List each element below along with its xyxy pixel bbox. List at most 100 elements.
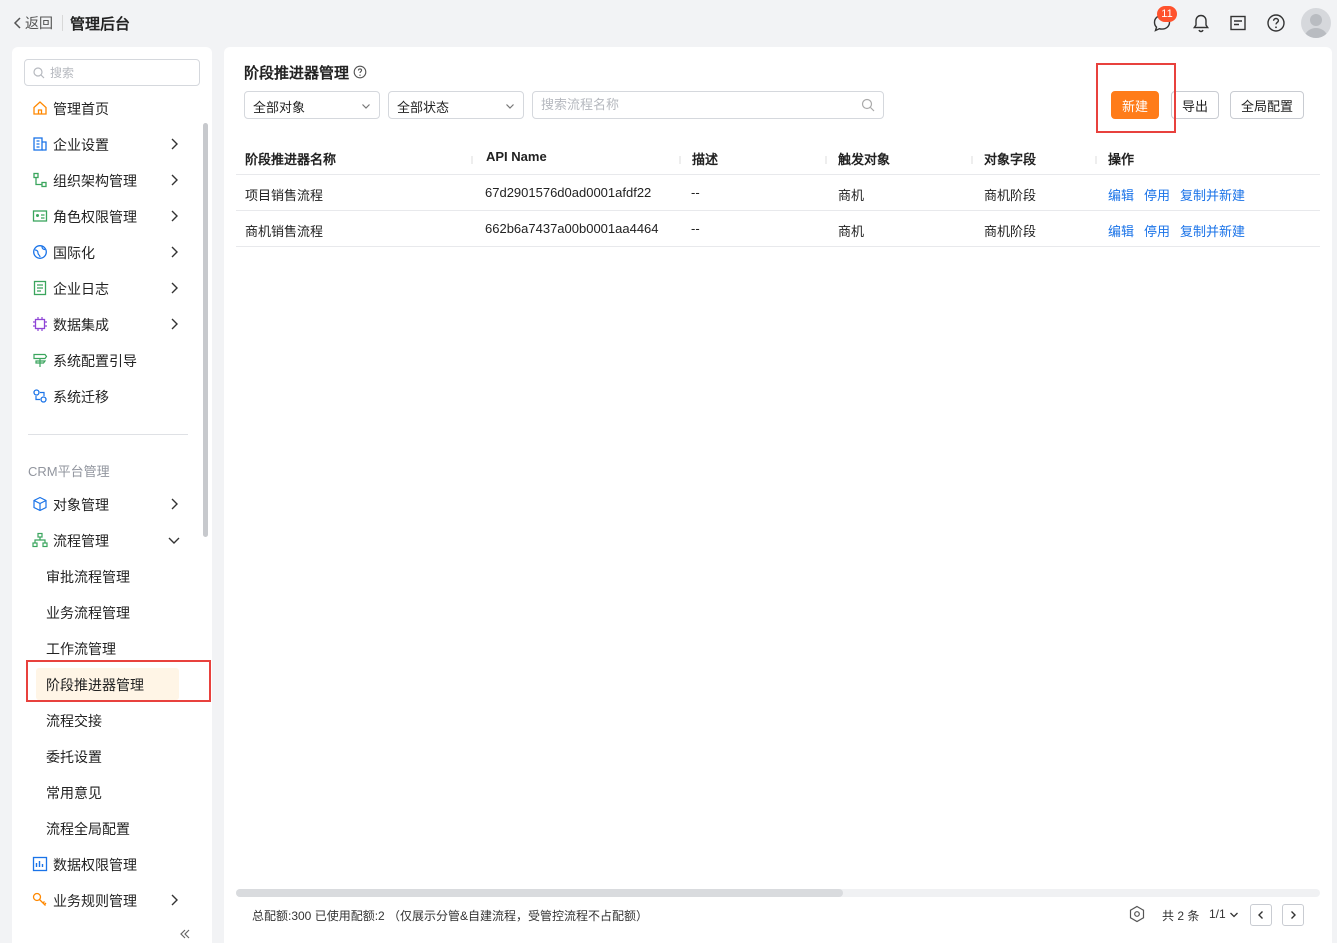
sidebar-subitem-flow-handover[interactable]: 流程交接 [36,704,179,736]
sidebar-item-home[interactable]: 管理首页 [12,90,202,126]
sidebar-item-config-guide[interactable]: 系统配置引导 [12,342,202,378]
sidebar-item-org[interactable]: 组织架构管理 [12,162,202,198]
column-header[interactable]: API Name [486,149,547,164]
chevron-down-icon[interactable] [1229,910,1239,920]
sidebar-item-label: 数据权限管理 [53,857,137,873]
column-header[interactable]: 触发对象 [838,149,890,168]
sidebar-scrollbar[interactable] [203,123,208,537]
chevron-right-icon [1291,911,1296,919]
app-title: 管理后台 [70,16,131,33]
question-icon[interactable] [353,65,367,79]
avatar[interactable] [1301,8,1331,38]
cube-icon [33,496,47,512]
horizontal-scrollbar[interactable] [236,889,1320,897]
sidebar-item-flow-management[interactable]: 流程管理 [12,522,202,558]
table-row: 项目销售流程 67d2901576d0ad0001afdf22 -- 商机 商机… [236,175,1320,211]
column-header[interactable]: 描述 [692,149,718,168]
sidebar-item-logs[interactable]: 企业日志 [12,270,202,306]
back-button[interactable]: 返回 [13,13,53,33]
help-icon[interactable] [1265,12,1287,34]
total-count: 共 2 条 [1162,909,1200,923]
column-header[interactable]: 阶段推进器名称 [245,149,336,168]
sidebar-subitem-approval-flow[interactable]: 审批流程管理 [36,560,179,592]
copy-and-new-link[interactable]: 复制并新建 [1180,185,1245,204]
sidebar-item-label: 业务规则管理 [53,893,137,909]
sidebar-subitem-label: 流程全局配置 [46,821,130,837]
sidebar-subitem-workflow[interactable]: 工作流管理 [36,632,179,664]
column-resize-handle[interactable] [970,156,974,164]
sidebar-subitem-label: 审批流程管理 [46,569,130,585]
divider [28,434,188,435]
stage-advancer-table: 阶段推进器名称 API Name 描述 触发对象 对象字段 操作 项目销售流程 … [236,139,1320,247]
column-resize-handle[interactable] [678,156,682,164]
flow-icon [32,532,48,548]
sidebar-subitem-stage-advancer[interactable]: 阶段推进器管理 [36,668,179,700]
sidebar-search-input[interactable] [50,65,180,80]
settings-icon[interactable] [1128,905,1146,923]
row-trigger-object: 商机 [838,224,865,239]
scrollbar-thumb[interactable] [236,889,843,897]
sidebar-subitem-delegation[interactable]: 委托设置 [36,740,179,772]
divider [62,15,63,31]
edit-link[interactable]: 编辑 [1108,221,1134,240]
chevron-left-icon [13,17,21,29]
search-icon[interactable] [861,98,875,112]
chevron-right-icon [171,318,178,330]
chevron-down-icon [362,104,370,109]
chevron-right-icon [171,138,178,150]
globe-icon [33,245,47,259]
rule-icon [32,892,47,906]
row-name: 商机销售流程 [245,224,324,239]
page-indicator[interactable]: 1/1 [1209,907,1226,921]
sidebar-subitem-flow-global-config[interactable]: 流程全局配置 [36,812,179,844]
bell-icon[interactable] [1190,12,1212,34]
column-header[interactable]: 对象字段 [984,149,1036,168]
column-resize-handle[interactable] [470,156,474,164]
chevron-down-icon [506,104,514,109]
flow-search-field[interactable] [532,91,884,119]
edit-link[interactable]: 编辑 [1108,185,1134,204]
flow-search-input[interactable] [541,97,841,112]
sidebar-subitem-label: 阶段推进器管理 [46,677,144,693]
sidebar-search[interactable] [24,59,200,86]
enterprise-icon [33,137,47,151]
sidebar-item-data-integration[interactable]: 数据集成 [12,306,202,342]
column-resize-handle[interactable] [824,156,828,164]
inbox-icon[interactable] [1227,12,1249,34]
next-page-button[interactable] [1282,904,1304,926]
global-config-button[interactable]: 全局配置 [1230,91,1304,119]
object-filter-select[interactable]: 全部对象 [244,91,380,119]
sidebar-item-migration[interactable]: 系统迁移 [12,378,202,414]
sidebar-item-roles[interactable]: 角色权限管理 [12,198,202,234]
sidebar-item-object-management[interactable]: 对象管理 [12,486,202,522]
copy-and-new-link[interactable]: 复制并新建 [1180,221,1245,240]
sidebar-subitem-label: 委托设置 [46,749,102,765]
disable-link[interactable]: 停用 [1144,185,1170,204]
sidebar-item-label: 管理首页 [53,101,109,117]
disable-link[interactable]: 停用 [1144,221,1170,240]
column-header[interactable]: 操作 [1108,149,1134,168]
sidebar-group-label: CRM平台管理 [28,464,110,479]
sidebar-item-data-permission[interactable]: 数据权限管理 [12,846,202,882]
sidebar-subitem-business-flow[interactable]: 业务流程管理 [36,596,179,628]
row-description: -- [691,185,700,200]
sidebar-item-enterprise-settings[interactable]: 企业设置 [12,126,202,162]
home-icon [33,101,47,115]
sidebar-item-label: 流程管理 [53,533,109,549]
page-title: 阶段推进器管理 [244,65,350,82]
prev-page-button[interactable] [1250,904,1272,926]
chevron-left-icon [1258,911,1263,919]
sidebar-item-business-rules[interactable]: 业务规则管理 [12,882,202,918]
chevron-right-icon [171,894,178,906]
id-card-icon [32,210,48,222]
export-button[interactable]: 导出 [1171,91,1219,119]
chevron-right-icon [171,498,178,510]
sidebar-subitem-common-opinions[interactable]: 常用意见 [36,776,179,808]
row-description: -- [691,221,700,236]
status-filter-select[interactable]: 全部状态 [388,91,524,119]
column-resize-handle[interactable] [1094,156,1098,164]
sidebar-item-i18n[interactable]: 国际化 [12,234,202,270]
search-icon [33,66,45,78]
collapse-sidebar-icon[interactable] [178,927,192,941]
new-button[interactable]: 新建 [1111,91,1159,119]
